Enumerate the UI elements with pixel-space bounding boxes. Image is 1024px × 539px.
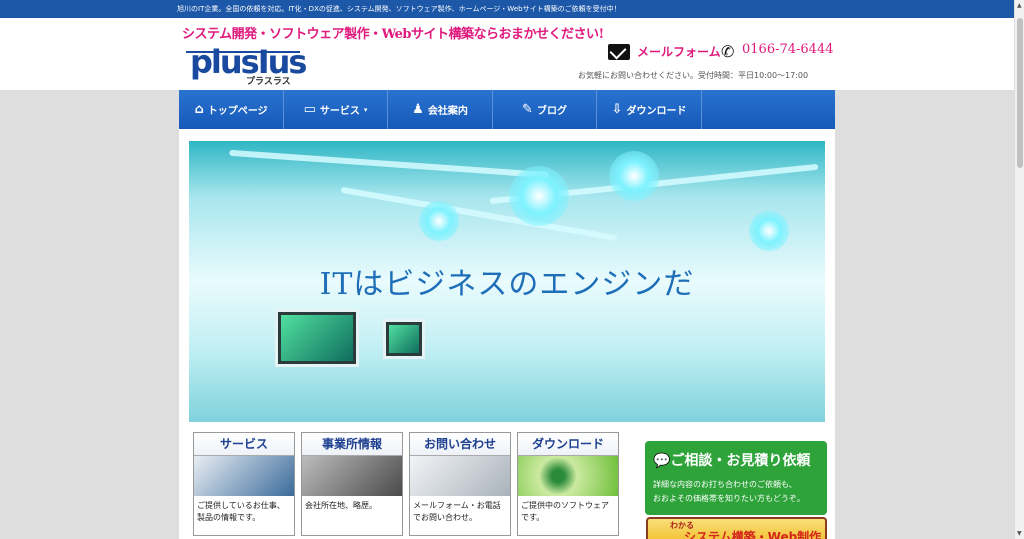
site-header: システム開発・ソフトウェア製作・Webサイト構築ならおまかせください! plus…: [0, 18, 1014, 90]
consultation-title: 💬ご相談・お見積り依頼: [653, 453, 811, 469]
scroll-up-icon[interactable]: ▲: [1017, 2, 1022, 9]
nav-label: ダウンロード: [626, 106, 687, 117]
hero-light: [419, 201, 459, 241]
hero-light: [509, 166, 569, 226]
nav-item-top[interactable]: ⌂ トップページ: [179, 90, 284, 129]
scroll-down-icon[interactable]: ▼: [1017, 530, 1022, 537]
card-image: [194, 456, 294, 496]
hero-banner: ITはビジネスのエンジンだ: [189, 141, 825, 422]
card-service[interactable]: サービス ご提供しているお仕事、製品の情報です。: [193, 432, 295, 536]
nav-label: ブログ: [536, 106, 567, 117]
card-desc: ご提供しているお仕事、製品の情報です。: [197, 501, 285, 522]
download-icon: ⇩: [611, 102, 623, 117]
nav-item-blog[interactable]: ✎ ブログ: [493, 90, 597, 129]
phone-icon: ✆: [721, 42, 735, 61]
card-download[interactable]: ダウンロード ご提供中のソフトウェアです。: [517, 432, 619, 536]
hero-title: ITはビジネスのエンジンだ: [319, 267, 695, 302]
hero-light: [609, 151, 659, 201]
main-nav: ⌂ トップページ ▭ サービス ▾ ♟ 会社案内 ✎ ブログ ⇩ ダウンロード: [179, 90, 835, 129]
card-image: [410, 456, 510, 496]
scrollbar-thumb[interactable]: [1017, 18, 1023, 168]
mail-form-link[interactable]: メールフォーム: [637, 43, 721, 60]
hero-light: [749, 211, 789, 251]
business-hours: お気軽にお問い合わせください。受付時間：平日10:00〜17:00: [578, 71, 809, 80]
top-info-bar: 旭川のIT企業。全国の依頼を対応。IT化・DXの促進、システム開発、ソフトウェア…: [0, 0, 1014, 18]
card-office[interactable]: 事業所情報 会社所在地、略歴。: [301, 432, 403, 536]
nav-item-service[interactable]: ▭ サービス ▾: [284, 90, 388, 129]
nav-label: サービス: [319, 106, 360, 117]
chevron-down-icon: ▾: [363, 105, 368, 114]
site-tagline: システム開発・ソフトウェア製作・Webサイト構築ならおまかせください!: [182, 27, 604, 42]
card-title: 事業所情報: [302, 433, 402, 456]
card-desc: メールフォーム・お電話でお問い合わせ。: [413, 501, 501, 522]
hero-monitor: [383, 319, 425, 359]
card-title: ダウンロード: [518, 433, 618, 456]
phone-number[interactable]: 0166-74-6444: [742, 42, 834, 57]
home-icon: ⌂: [194, 102, 204, 117]
card-title: サービス: [194, 433, 294, 456]
site-logo[interactable]: plusIus プラスラス: [186, 43, 307, 87]
nav-item-download[interactable]: ⇩ ダウンロード: [597, 90, 702, 129]
consultation-text: 詳細な内容のお打ち合わせのご依頼も、 おおよその価格帯を知りたい方もどうぞ。: [653, 480, 805, 503]
logo-kana: プラスラス: [246, 77, 291, 87]
card-image: [518, 456, 618, 496]
system-banner-title: システム構築・Web制作: [684, 530, 822, 539]
card-image: [302, 456, 402, 496]
card-desc: ご提供中のソフトウェアです。: [521, 501, 609, 522]
page-scrollbar[interactable]: ▲ ▼: [1014, 0, 1024, 539]
nav-item-company[interactable]: ♟ 会社案内: [388, 90, 493, 129]
mail-icon[interactable]: [608, 44, 630, 60]
hero-pipe: [229, 149, 549, 179]
card-contact[interactable]: お問い合わせ メールフォーム・お電話でお問い合わせ。: [409, 432, 511, 536]
top-info-text: 旭川のIT企業。全国の依頼を対応。IT化・DXの促進、システム開発、ソフトウェア…: [177, 5, 621, 13]
card-title: お問い合わせ: [410, 433, 510, 456]
computer-icon: ▭: [303, 102, 316, 117]
people-icon: ♟: [412, 102, 424, 117]
consultation-banner[interactable]: 💬ご相談・お見積り依頼 詳細な内容のお打ち合わせのご依頼も、 おおよその価格帯を…: [645, 441, 827, 515]
chat-icon: 💬: [653, 453, 671, 469]
nav-label: トップページ: [207, 106, 268, 117]
pen-icon: ✎: [522, 102, 533, 117]
card-desc: 会社所在地、略歴。: [305, 501, 377, 510]
nav-label: 会社案内: [427, 106, 468, 117]
system-banner[interactable]: わかる システム構築・Web制作: [646, 517, 827, 539]
hero-monitor: [275, 309, 359, 367]
